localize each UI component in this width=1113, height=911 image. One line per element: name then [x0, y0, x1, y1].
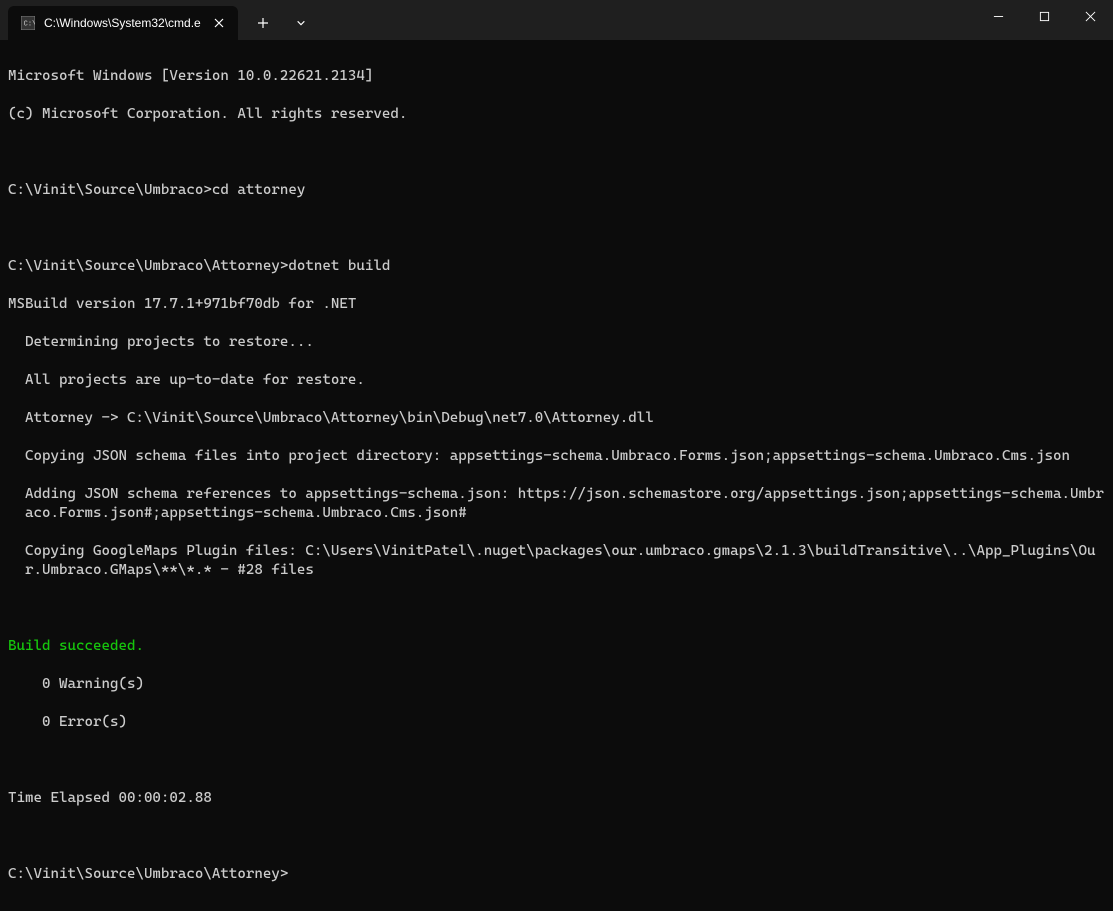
- terminal-line: MSBuild version 17.7.1+971bf70db for .NE…: [8, 295, 1105, 314]
- terminal-output[interactable]: Microsoft Windows [Version 10.0.22621.21…: [0, 40, 1113, 911]
- terminal-line: Attorney -> C:\Vinit\Source\Umbraco\Atto…: [8, 409, 1105, 428]
- new-tab-button[interactable]: [246, 8, 280, 38]
- terminal-line: Copying JSON schema files into project d…: [8, 447, 1105, 466]
- tab-title: C:\Windows\System32\cmd.e: [44, 16, 202, 30]
- window-controls: [975, 0, 1113, 40]
- titlebar-drag-area[interactable]: [318, 0, 975, 40]
- terminal-line: Time Elapsed 00:00:02.88: [8, 789, 1105, 808]
- titlebar: C:\ C:\Windows\System32\cmd.e: [0, 0, 1113, 40]
- maximize-button[interactable]: [1021, 0, 1067, 32]
- tabbar-actions: [238, 0, 318, 40]
- terminal-line: [8, 599, 1105, 618]
- cmd-icon: C:\: [20, 15, 36, 31]
- command-text: dotnet build: [288, 258, 390, 274]
- tab-dropdown-button[interactable]: [284, 8, 318, 38]
- terminal-line: [8, 751, 1105, 770]
- prompt: C:\Vinit\Source\Umbraco\Attorney>: [8, 258, 288, 274]
- terminal-line: 0 Warning(s): [8, 675, 1105, 694]
- prompt: C:\Vinit\Source\Umbraco\Attorney>: [8, 866, 288, 882]
- terminal-line: C:\Vinit\Source\Umbraco\Attorney>dotnet …: [8, 257, 1105, 276]
- terminal-line: C:\Vinit\Source\Umbraco\Attorney>: [8, 865, 1105, 884]
- terminal-line: Copying GoogleMaps Plugin files: C:\User…: [8, 542, 1105, 580]
- terminal-line: (c) Microsoft Corporation. All rights re…: [8, 105, 1105, 124]
- svg-text:C:\: C:\: [24, 21, 35, 29]
- minimize-button[interactable]: [975, 0, 1021, 32]
- command-text: cd attorney: [212, 182, 305, 198]
- terminal-line: Adding JSON schema references to appsett…: [8, 485, 1105, 523]
- tab-close-button[interactable]: [210, 14, 228, 32]
- build-succeeded: Build succeeded.: [8, 637, 1105, 656]
- terminal-line: [8, 143, 1105, 162]
- terminal-line: [8, 827, 1105, 846]
- close-window-button[interactable]: [1067, 0, 1113, 32]
- terminal-line: Determining projects to restore...: [8, 333, 1105, 352]
- terminal-line: C:\Vinit\Source\Umbraco>cd attorney: [8, 181, 1105, 200]
- terminal-line: Microsoft Windows [Version 10.0.22621.21…: [8, 67, 1105, 86]
- prompt: C:\Vinit\Source\Umbraco>: [8, 182, 212, 198]
- terminal-line: All projects are up-to-date for restore.: [8, 371, 1105, 390]
- terminal-line: 0 Error(s): [8, 713, 1105, 732]
- terminal-line: [8, 219, 1105, 238]
- tab-cmd[interactable]: C:\ C:\Windows\System32\cmd.e: [8, 6, 238, 40]
